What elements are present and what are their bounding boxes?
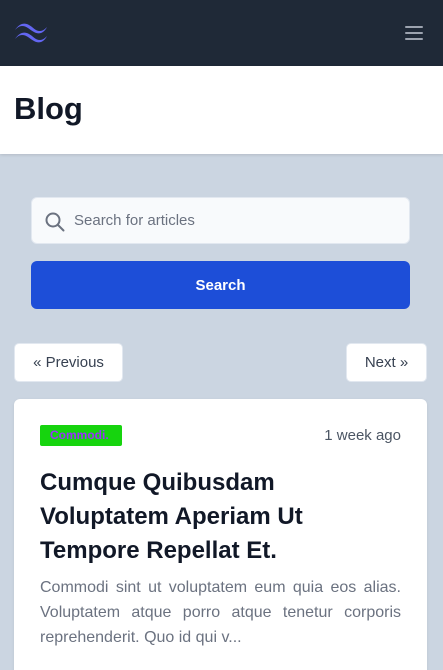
- page-header: Blog: [0, 66, 443, 154]
- search-input[interactable]: [74, 198, 394, 243]
- previous-page-button[interactable]: « Previous: [14, 343, 123, 382]
- page-title: Blog: [14, 91, 83, 126]
- top-navbar: [0, 0, 443, 66]
- article-excerpt: Commodi sint ut voluptatem eum quia eos …: [40, 579, 401, 646]
- hamburger-menu-icon[interactable]: [398, 20, 430, 46]
- search-icon: [44, 211, 66, 233]
- article-time: 1 week ago: [324, 427, 401, 444]
- search-button[interactable]: Search: [31, 261, 410, 309]
- logo-icon[interactable]: [14, 21, 48, 43]
- article-title[interactable]: Cumque Quibusdam Voluptatem Aperiam Ut T…: [40, 466, 401, 568]
- next-page-button[interactable]: Next »: [346, 343, 427, 382]
- article-card[interactable]: Commodi. 1 week ago Cumque Quibusdam Vol…: [14, 399, 427, 670]
- search-box[interactable]: [31, 197, 410, 244]
- category-badge[interactable]: Commodi.: [40, 425, 122, 446]
